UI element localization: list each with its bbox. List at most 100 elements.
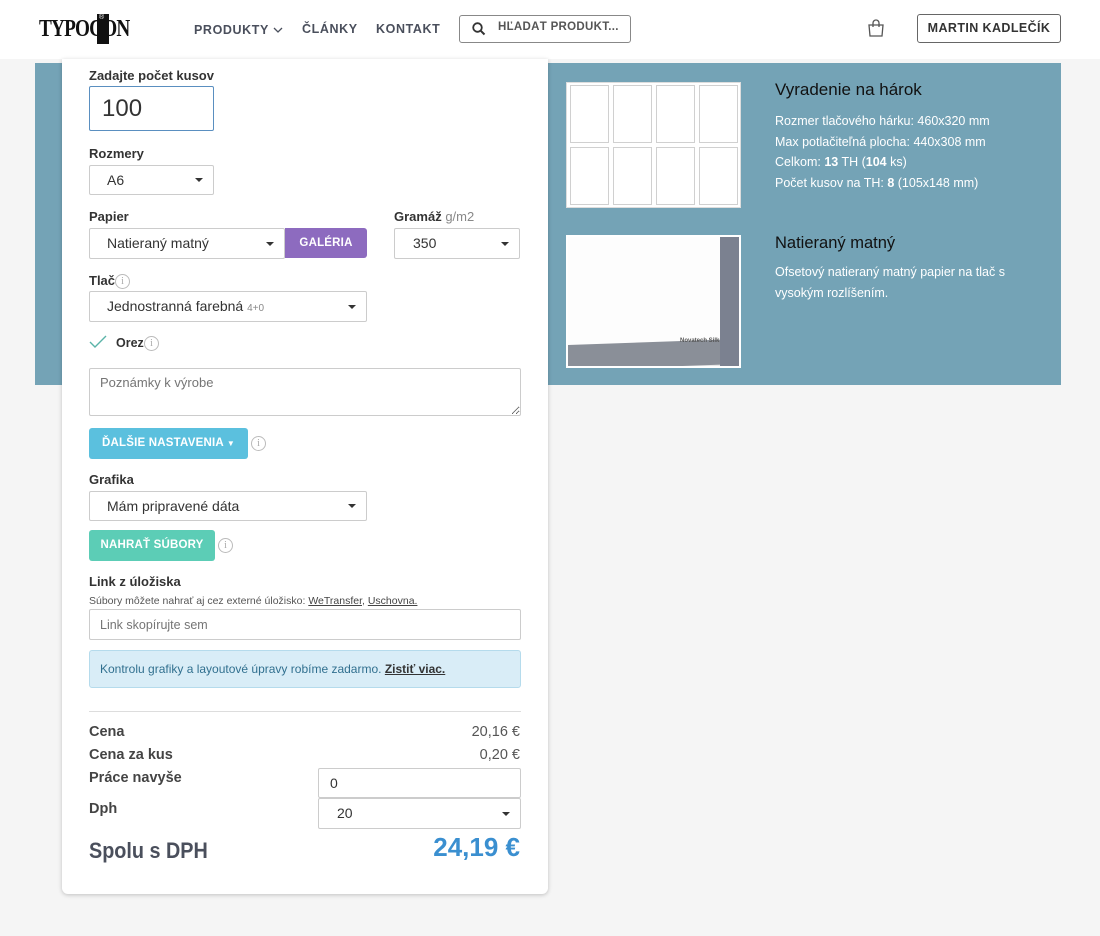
production-notes-textarea[interactable] — [89, 368, 521, 416]
paper-sample-image: Novatech Silk — [566, 235, 741, 368]
weight-label-text: Gramáž — [394, 209, 442, 224]
logo-text: TYPOCON — [39, 16, 130, 42]
learn-more-link[interactable]: Zistiť viac. — [385, 662, 445, 676]
paper-select[interactable]: Natieraný matný — [89, 228, 285, 259]
more-settings-label: ĎALŠIE NASTAVENIA — [102, 437, 224, 449]
storage-hint-text: Súbory môžete nahrať aj cez externé úlož… — [89, 595, 306, 607]
info-icon[interactable]: i — [115, 274, 130, 289]
size-select-value: A6 — [107, 172, 125, 188]
user-account-button[interactable]: MARTIN KADLEČÍK — [917, 14, 1061, 43]
top-navbar: TYPOCON ® PRODUKTY ČLÁNKY KONTAKT MARTIN… — [0, 0, 1100, 59]
print-select-suffix: 4+0 — [247, 303, 265, 314]
print-label: Tlač — [89, 273, 116, 288]
total-mid: TH ( — [838, 155, 866, 169]
extra-work-input[interactable] — [318, 768, 521, 798]
storage-hint: Súbory môžete nahrať aj cez externé úlož… — [89, 595, 417, 607]
graphics-select[interactable]: Mám pripravené dáta — [89, 491, 367, 521]
storage-link-input[interactable] — [89, 609, 521, 640]
paper-edge — [720, 237, 739, 366]
pieces-suffix: (105x148 mm) — [894, 176, 979, 190]
sheet-layout-diagram — [566, 82, 741, 208]
extra-work-label: Práce navyše — [89, 770, 182, 786]
registered-mark-icon: ® — [99, 14, 105, 21]
wetransfer-link[interactable]: WeTransfer — [308, 595, 362, 607]
paper-title: Natieraný matný — [775, 234, 896, 252]
paper-desc-line2: vysokým rozlíšením. — [775, 286, 889, 300]
paper-select-value: Natieraný matný — [107, 235, 209, 251]
paper-desc-line1: Ofsetový natieraný matný papier na tlač … — [775, 265, 1005, 279]
caret-down-icon — [502, 811, 510, 816]
price-value: 20,16 € — [471, 724, 520, 740]
storage-hint-separator: , — [362, 595, 365, 607]
caret-down-icon — [266, 241, 274, 246]
graphics-label: Grafika — [89, 472, 134, 487]
sheet-cell — [570, 85, 609, 143]
chevron-down-icon — [273, 22, 283, 36]
weight-select-value: 350 — [413, 235, 437, 251]
crop-label: Orez — [116, 336, 144, 350]
more-settings-button[interactable]: ĎALŠIE NASTAVENIA ▼ — [89, 428, 248, 459]
caret-down-icon — [348, 304, 356, 309]
info-icon[interactable]: i — [251, 436, 266, 451]
uschovna-link[interactable]: Uschovna. — [368, 595, 418, 607]
sheet-cell — [613, 147, 652, 205]
notice-text: Kontrolu grafiky a layoutové úpravy robí… — [100, 662, 382, 676]
typocon-logo[interactable]: TYPOCON ® — [39, 14, 130, 44]
checkmark-icon[interactable] — [88, 334, 108, 355]
vat-select[interactable]: 20 — [318, 798, 521, 829]
size-select[interactable]: A6 — [89, 165, 214, 195]
weight-select[interactable]: 350 — [394, 228, 520, 259]
unit-price-label: Cena za kus — [89, 747, 173, 763]
nav-contact[interactable]: KONTAKT — [376, 22, 440, 36]
print-select-value: Jednostranná farebná — [107, 298, 244, 314]
weight-label: Gramáž g/m2 — [394, 209, 474, 224]
info-icon[interactable]: i — [144, 336, 159, 351]
vat-label: Dph — [89, 801, 118, 817]
nav-articles[interactable]: ČLÁNKY — [302, 22, 358, 36]
printable-area-text: Max potlačiteľná plocha: 440x308 mm — [775, 135, 986, 149]
layout-title: Vyradenie na hárok — [775, 80, 922, 99]
vat-select-value: 20 — [337, 805, 353, 821]
graphics-check-notice: Kontrolu grafiky a layoutové úpravy robí… — [89, 650, 521, 688]
pieces-per-sheet-text: Počet kusov na TH: 8 (105x148 mm) — [775, 173, 978, 194]
total-sheets-text: Celkom: 13 TH (104 ks) — [775, 152, 907, 173]
sheet-cell — [699, 85, 738, 143]
search-box — [459, 15, 631, 43]
gallery-button[interactable]: GALÉRIA — [285, 228, 367, 258]
unit-price-value: 0,20 € — [479, 747, 520, 763]
caret-down-icon — [501, 241, 509, 246]
info-icon[interactable]: i — [218, 538, 233, 553]
weight-unit: g/m2 — [445, 209, 475, 224]
graphics-select-value: Mám pripravené dáta — [107, 498, 240, 514]
sheet-size-text: Rozmer tlačového hárku: 460x320 mm — [775, 114, 990, 128]
total-sheets-value: 13 — [824, 155, 839, 169]
divider — [89, 711, 521, 712]
total-pieces-value: 104 — [865, 155, 887, 169]
nav-products[interactable]: PRODUKTY — [194, 22, 283, 37]
size-label: Rozmery — [89, 146, 144, 161]
search-icon[interactable] — [472, 22, 486, 41]
nav-products-label: PRODUKTY — [194, 23, 269, 37]
caret-down-icon: ▼ — [226, 439, 235, 448]
pieces-prefix: Počet kusov na TH: — [775, 176, 888, 190]
sheet-cell — [570, 147, 609, 205]
shopping-bag-icon[interactable] — [866, 18, 886, 43]
price-label: Cena — [89, 724, 125, 740]
paper-brand-text: Novatech Silk — [680, 338, 720, 344]
paper-label: Papier — [89, 209, 129, 224]
sheet-cell — [656, 85, 695, 143]
sheet-cell — [656, 147, 695, 205]
caret-down-icon — [195, 178, 203, 182]
print-select[interactable]: Jednostranná farebná 4+0 — [89, 291, 367, 322]
caret-down-icon — [348, 504, 356, 508]
paper-sheet — [568, 237, 739, 347]
sheet-cell — [613, 85, 652, 143]
total-suffix: ks) — [886, 155, 907, 169]
search-input[interactable] — [498, 21, 626, 33]
total-value: 24,19 € — [433, 832, 520, 862]
sheet-cell — [699, 147, 738, 205]
total-label: Spolu s DPH — [89, 838, 208, 863]
quantity-label: Zadajte počet kusov — [89, 68, 214, 83]
quantity-input[interactable] — [89, 86, 214, 131]
upload-files-button[interactable]: NAHRAŤ SÚBORY — [89, 530, 215, 561]
